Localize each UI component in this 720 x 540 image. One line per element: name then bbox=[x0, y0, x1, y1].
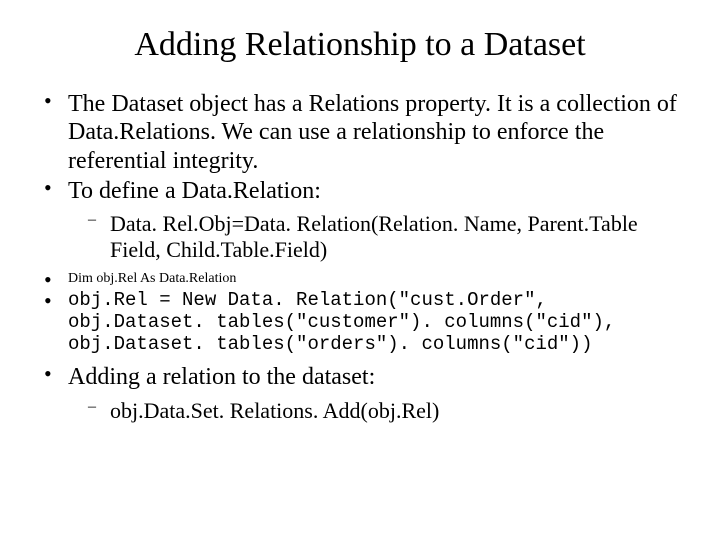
sub-bullet-text: Data. Rel.Obj=Data. Relation(Relation. N… bbox=[110, 211, 638, 262]
sub-bullet-text: obj.Data.Set. Relations. Add(obj.Rel) bbox=[110, 398, 439, 423]
bullet-item: The Dataset object has a Relations prope… bbox=[40, 90, 680, 175]
bullet-item: Adding a relation to the dataset: obj.Da… bbox=[40, 363, 680, 423]
bullet-text: To define a Data.Relation: bbox=[68, 178, 321, 204]
sub-bullet-list: obj.Data.Set. Relations. Add(obj.Rel) bbox=[88, 398, 680, 424]
slide: Adding Relationship to a Dataset The Dat… bbox=[0, 0, 720, 540]
sub-bullet-list: Data. Rel.Obj=Data. Relation(Relation. N… bbox=[88, 211, 680, 263]
bullet-list: The Dataset object has a Relations prope… bbox=[40, 90, 680, 424]
slide-title: Adding Relationship to a Dataset bbox=[40, 26, 680, 64]
bullet-text: Adding a relation to the dataset: bbox=[68, 364, 375, 390]
bullet-item: obj.Rel = New Data. Relation("cust.Order… bbox=[40, 290, 680, 356]
bullet-item: Dim obj.Rel As Data.Relation bbox=[40, 269, 680, 288]
bullet-text: The Dataset object has a Relations prope… bbox=[68, 91, 677, 174]
bullet-text-small: Dim obj.Rel As Data.Relation bbox=[68, 271, 236, 286]
bullet-text-code: obj.Rel = New Data. Relation("cust.Order… bbox=[68, 289, 615, 355]
sub-bullet-item: Data. Rel.Obj=Data. Relation(Relation. N… bbox=[88, 211, 680, 263]
sub-bullet-item: obj.Data.Set. Relations. Add(obj.Rel) bbox=[88, 398, 680, 424]
bullet-item: To define a Data.Relation: Data. Rel.Obj… bbox=[40, 177, 680, 263]
